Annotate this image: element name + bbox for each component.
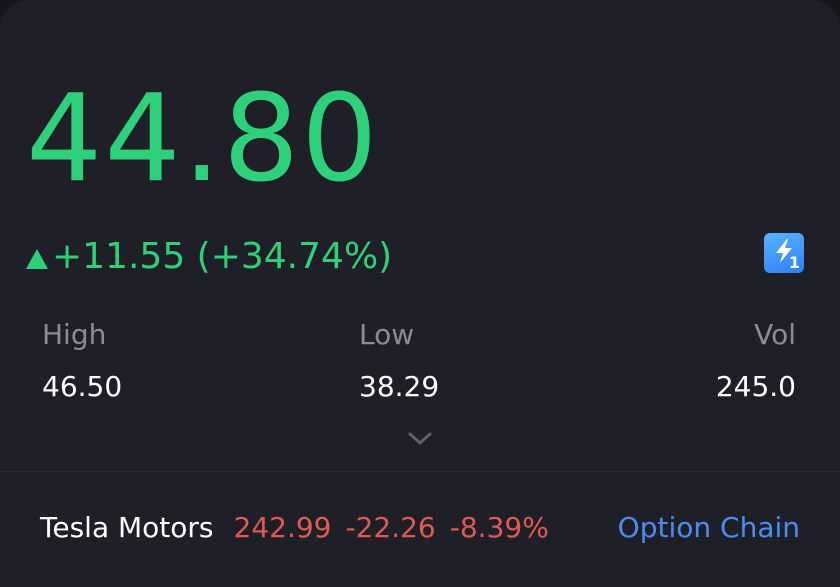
vol-value: 245.0 (715, 370, 796, 403)
price-change-row: +11.55 (+34.74%) (26, 232, 392, 280)
divider (0, 471, 840, 472)
triangle-up-icon (26, 249, 48, 269)
chevron-down-icon[interactable] (408, 428, 432, 448)
price-change: +11.55 (+34.74%) (52, 235, 393, 277)
underlying-name: Tesla Motors (40, 510, 214, 544)
underlying-change-pct: -8.39% (449, 510, 549, 544)
badge-count: 1 (788, 253, 800, 272)
low-value: 38.29 (359, 370, 440, 403)
underlying-change: -22.26 (345, 510, 436, 544)
high-label: High (42, 318, 107, 351)
low-label: Low (359, 318, 415, 351)
underlying-price: 242.99 (233, 510, 332, 544)
quote-card: 44.80 +11.55 (+34.74%) 1 High 46.50 Low … (0, 0, 840, 587)
last-price: 44.80 (26, 70, 380, 209)
option-chain-link[interactable]: Option Chain (618, 505, 800, 549)
lightning-badge-button[interactable]: 1 (764, 233, 804, 273)
vol-label: Vol (754, 318, 796, 351)
high-value: 46.50 (42, 370, 123, 403)
underlying-row[interactable]: Tesla Motors 242.99 -22.26 -8.39% (40, 505, 563, 549)
